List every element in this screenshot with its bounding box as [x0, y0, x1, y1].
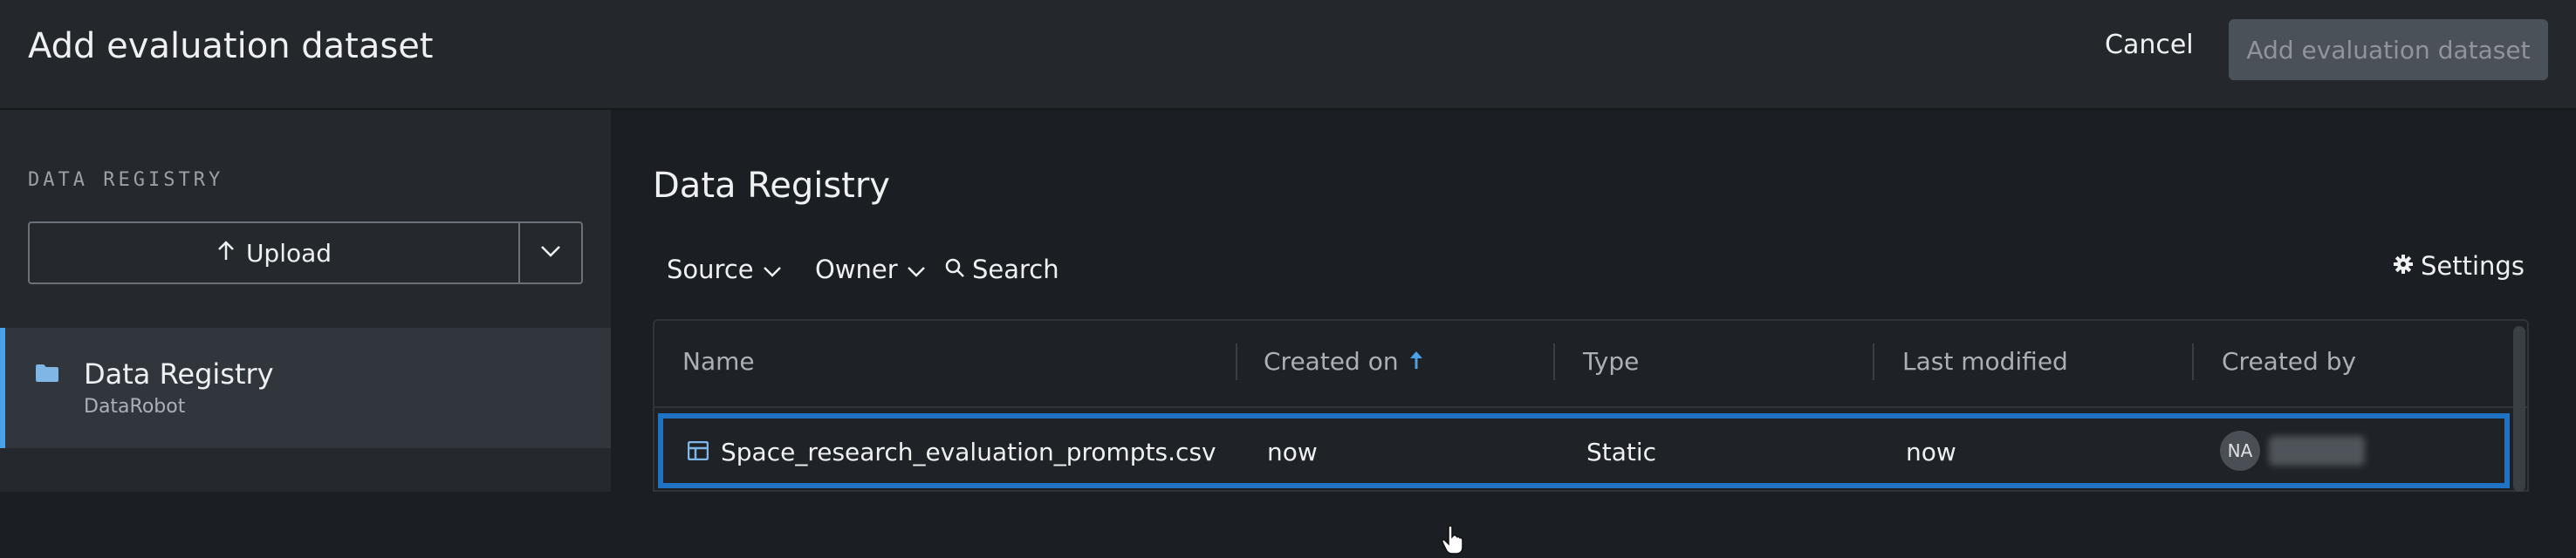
sort-ascending-icon	[1409, 347, 1423, 376]
chevron-down-icon	[907, 255, 926, 284]
source-filter-label: Source	[667, 255, 754, 284]
sidebar-heading: DATA REGISTRY	[28, 169, 224, 191]
search-label: Search	[972, 255, 1059, 284]
type-cell: Static	[1586, 438, 1657, 466]
search-icon	[944, 255, 965, 284]
hand-pointer-cursor-icon	[1442, 525, 1464, 558]
column-header-label: Name	[682, 347, 755, 376]
sidebar-item-data-registry[interactable]: Data Registry DataRobot	[0, 328, 611, 448]
chevron-down-icon	[539, 244, 562, 262]
settings-label: Settings	[2421, 251, 2525, 281]
upload-arrow-icon	[216, 239, 236, 268]
data-table: Name Created on Type Last modified Creat…	[653, 319, 2529, 555]
sidebar-item-label: Data Registry	[84, 357, 274, 391]
source-filter[interactable]: Source	[667, 255, 782, 284]
owner-filter[interactable]: Owner	[815, 255, 926, 284]
page-title: Add evaluation dataset	[28, 26, 434, 66]
upload-dropdown-toggle[interactable]	[520, 223, 581, 282]
column-divider[interactable]	[1553, 344, 1555, 380]
column-divider[interactable]	[2192, 344, 2194, 380]
column-header-created-by[interactable]: Created by	[2222, 347, 2356, 376]
table-file-icon	[687, 438, 709, 466]
table-row[interactable]: Space_research_evaluation_prompts.csv no…	[658, 413, 2510, 555]
chevron-down-icon	[763, 255, 782, 284]
created-on-cell: now	[1267, 438, 1318, 466]
add-evaluation-dataset-button[interactable]: Add evaluation dataset	[2229, 19, 2548, 80]
upload-button[interactable]: Upload	[30, 223, 520, 282]
column-header-label: Created on	[1264, 347, 1399, 376]
search-button[interactable]: Search	[944, 255, 1059, 284]
name-cell: Space_research_evaluation_prompts.csv	[687, 438, 1216, 466]
column-header-created-on[interactable]: Created on	[1264, 347, 1423, 376]
column-header-label: Last modified	[1902, 347, 2068, 376]
file-name: Space_research_evaluation_prompts.csv	[721, 438, 1216, 466]
column-header-label: Type	[1583, 347, 1640, 376]
settings-button[interactable]: Settings	[2393, 251, 2525, 281]
sidebar-item-sublabel: DataRobot	[84, 396, 186, 418]
upload-button-group: Upload	[28, 221, 583, 284]
main-title: Data Registry	[653, 166, 890, 206]
folder-icon	[35, 363, 59, 387]
column-divider[interactable]	[1873, 344, 1874, 380]
column-header-type[interactable]: Type	[1583, 347, 1639, 376]
column-header-label: Created by	[2222, 347, 2357, 376]
owner-filter-label: Owner	[815, 255, 898, 284]
sidebar: DATA REGISTRY Upload Data Registry DataR…	[0, 110, 611, 492]
dialog-header: Add evaluation dataset Cancel Add evalua…	[0, 0, 2576, 110]
cancel-button[interactable]: Cancel	[2105, 30, 2194, 60]
table-scrollbar[interactable]	[2513, 326, 2525, 492]
last-modified-cell: now	[1906, 438, 1956, 466]
header-divider	[654, 406, 2527, 408]
redacted-user-name	[2269, 436, 2365, 466]
upload-label: Upload	[245, 238, 332, 268]
gear-icon	[2393, 251, 2414, 281]
avatar: NA	[2220, 431, 2260, 471]
column-divider[interactable]	[1236, 344, 1237, 380]
column-header-name[interactable]: Name	[682, 347, 755, 376]
column-header-last-modified[interactable]: Last modified	[1902, 347, 2068, 376]
